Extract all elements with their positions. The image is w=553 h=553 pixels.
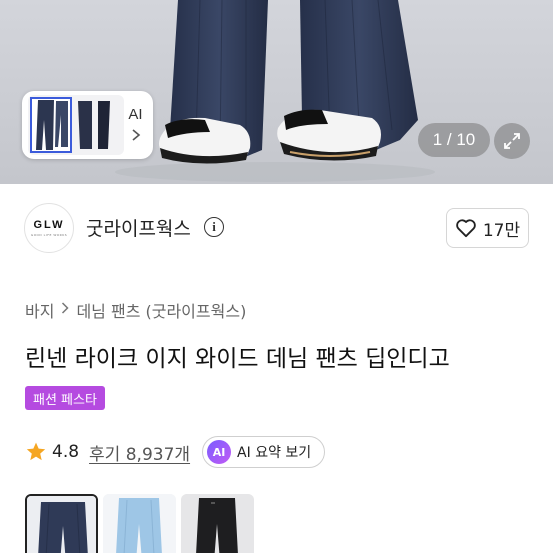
like-count: 17만 bbox=[482, 220, 521, 241]
ai-summary-label: AI 요약 보기 bbox=[237, 445, 312, 461]
ai-thumbnail-card[interactable]: AI bbox=[22, 91, 153, 159]
expand-icon[interactable] bbox=[494, 123, 530, 159]
color-variants bbox=[25, 494, 254, 553]
breadcrumb-item[interactable]: 바지 bbox=[25, 298, 54, 322]
heart-icon bbox=[456, 219, 476, 238]
ai-summary-button[interactable]: AI AI 요약 보기 bbox=[202, 436, 326, 468]
star-icon bbox=[26, 442, 46, 461]
product-title: 린넨 라이크 이지 와이드 데님 팬츠 딥인디고 bbox=[25, 346, 450, 372]
image-counter: 1 / 10 bbox=[418, 123, 490, 157]
rating-row: 4.8 후기 8,937개 AI AI 요약 보기 bbox=[25, 436, 326, 468]
reviews-link[interactable]: 후기 8,937개 bbox=[89, 440, 190, 465]
variant-thumbnail[interactable] bbox=[181, 494, 254, 553]
variant-thumbnail[interactable] bbox=[103, 494, 176, 553]
product-image-gallery[interactable]: AI 1 / 10 bbox=[0, 0, 553, 184]
ai-summary-icon: AI bbox=[207, 440, 232, 464]
info-icon[interactable]: i bbox=[204, 217, 224, 237]
chevron-right-icon bbox=[131, 129, 141, 144]
ai-label: AI bbox=[128, 106, 143, 123]
store-row: GLW GOOD LIFE WORKS 굿라이프웍스 i 17만 bbox=[0, 184, 553, 272]
variant-thumbnail[interactable] bbox=[25, 494, 98, 553]
store-logo-text: GLW bbox=[33, 219, 65, 231]
breadcrumb-item[interactable]: 데님 팬츠 (굿라이프웍스) bbox=[76, 298, 246, 322]
like-button[interactable]: 17만 bbox=[446, 208, 529, 248]
breadcrumb: 바지 데님 팬츠 (굿라이프웍스) bbox=[25, 298, 246, 322]
thumbnail-image bbox=[28, 95, 124, 155]
promo-badge: 패션 페스타 bbox=[25, 386, 105, 410]
rating-value: 4.8 bbox=[52, 442, 80, 462]
store-name[interactable]: 굿라이프웍스 bbox=[86, 214, 191, 241]
store-logo-subtext: GOOD LIFE WORKS bbox=[30, 233, 68, 237]
store-logo[interactable]: GLW GOOD LIFE WORKS bbox=[24, 203, 74, 253]
chevron-right-icon bbox=[61, 302, 70, 318]
